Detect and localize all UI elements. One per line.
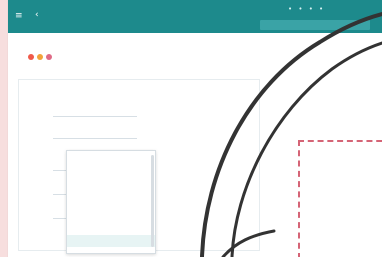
screenshot-stage: ≡ ‹ • • • •: [0, 0, 382, 257]
dropdown-item[interactable]: [67, 163, 155, 175]
field-value[interactable]: [53, 104, 137, 117]
dropdown-item[interactable]: [67, 223, 155, 235]
back-icon[interactable]: ‹: [35, 10, 44, 20]
dropdown-item[interactable]: [67, 151, 155, 163]
dropdown-item-selected[interactable]: [67, 235, 155, 247]
form-field-2: [29, 126, 139, 140]
breadcrumb: [18, 41, 78, 48]
search-bar[interactable]: [260, 20, 370, 30]
dropdown-scrollbar[interactable]: [151, 155, 154, 247]
toolbar-icons: [28, 53, 52, 60]
form-field-1: [29, 104, 139, 118]
top-bar-icons[interactable]: • • • •: [288, 5, 368, 13]
pink-dot-icon[interactable]: [46, 53, 52, 60]
red-dot-icon[interactable]: [28, 53, 34, 60]
form-card: [18, 79, 260, 254]
menu-icon[interactable]: ≡: [15, 11, 27, 21]
dropdown-list[interactable]: [66, 150, 156, 254]
dropdown-item[interactable]: [67, 175, 155, 187]
page-title-row: [18, 50, 168, 63]
dropdown-item[interactable]: [67, 187, 155, 199]
field-value[interactable]: [53, 126, 137, 139]
dropdown-item[interactable]: [67, 199, 155, 211]
dashed-panel: [298, 140, 382, 257]
app-window: ≡ ‹ • • • •: [8, 0, 382, 257]
top-bar: ≡ ‹ • • • •: [8, 0, 382, 33]
orange-dot-icon[interactable]: [37, 53, 43, 60]
dropdown-item[interactable]: [67, 211, 155, 223]
